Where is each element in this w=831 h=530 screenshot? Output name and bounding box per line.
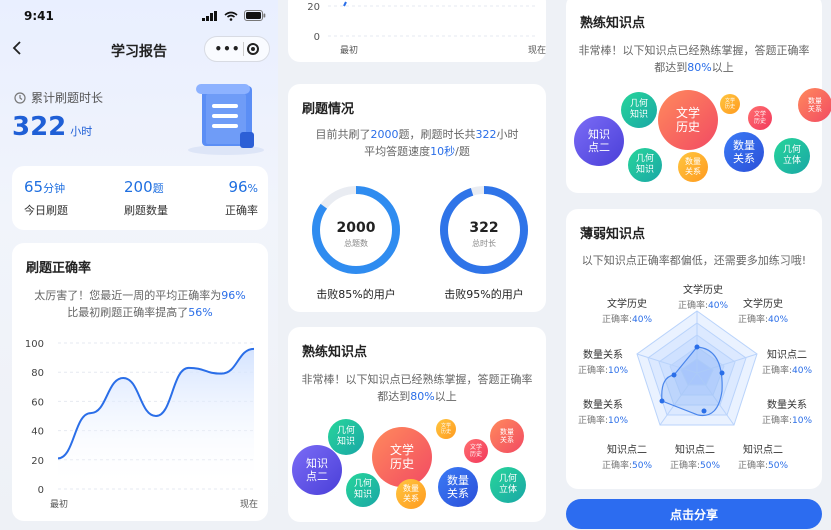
- status-time: 9:41: [24, 9, 54, 23]
- report-column-left: 9:41 学习报告 ••• 累计刷题时长 322 小时 65分钟 今日刷题 20…: [0, 0, 278, 530]
- radar-label: 数量关系 正确率:10%: [762, 400, 813, 426]
- x-tick-label: 最初: [50, 498, 68, 510]
- accuracy-card: 刷题正确率 太厉害了！您最近一周的平均正确率为96% 比最初刷题正确率提高了56…: [12, 243, 268, 521]
- radar-label: 数量关系 正确率:10%: [578, 350, 629, 376]
- radar-label: 文学历史 正确率:40%: [738, 299, 789, 325]
- knowledge-bubble: 几何 知识: [328, 419, 364, 455]
- knowledge-bubble: 数量 关系: [438, 467, 478, 507]
- practice-title: 刷题情况: [302, 102, 355, 117]
- knowledge-bubble: 知识 点二: [292, 445, 342, 495]
- x-tick-label: 现在: [240, 498, 258, 510]
- y-tick-label: 40: [31, 427, 44, 438]
- mastered-card-a: 熟练知识点 非常棒！以下知识点已经熟练掌握，答题正确率 都达到80%以上 几何知…: [566, 0, 831, 193]
- accuracy-title: 刷题正确率: [26, 261, 92, 276]
- y-tick-label: 0: [38, 485, 44, 496]
- radar-label: 知识点二 正确率:50%: [738, 445, 789, 471]
- stat-accuracy: 96% 正确率: [225, 178, 258, 217]
- knowledge-bubble: 知识 点二: [574, 116, 624, 166]
- ring-value: 2000: [337, 220, 376, 236]
- weak-title: 薄弱知识点: [580, 227, 646, 242]
- ring-sub: 总时长: [472, 238, 496, 248]
- radar-label: 知识点二 正确率:40%: [762, 350, 813, 376]
- y-tick-label: 20: [31, 456, 44, 467]
- stats-card: 65分钟 今日刷题 200题 刷题数量 96% 正确率: [12, 166, 268, 230]
- mini-y-tick: 20: [307, 2, 320, 13]
- radar-label: 知识点二 正确率:50%: [670, 445, 721, 471]
- knowledge-bubble: 数量 关系: [490, 419, 524, 453]
- knowledge-bubble: 文学 历史: [436, 419, 456, 439]
- ring-beat-time: 击败95%的用户: [444, 288, 524, 301]
- radar-label: 知识点二 正确率:50%: [602, 445, 653, 471]
- knowledge-bubble: 文学 历史: [720, 94, 740, 114]
- radar-label: 文学历史 正确率:40%: [602, 299, 653, 325]
- radar-label: 文学历史 正确率:40%: [678, 285, 729, 311]
- knowledge-bubble: 数量 关系: [396, 479, 426, 509]
- report-column-middle: 20 0 最初 现在 刷题情况 目前共刷了2000题，刷题时长共322小时 平均…: [278, 0, 556, 530]
- signal-icon: [202, 10, 217, 21]
- wifi-icon: [224, 11, 238, 21]
- stat-today: 65分钟 今日刷题: [24, 178, 68, 217]
- practice-card: 刷题情况 目前共刷了2000题，刷题时长共322小时 平均答题速度10秒/题 2…: [288, 84, 546, 312]
- mastered-card-b: 熟练知识点 非常棒！以下知识点已经熟练掌握，答题正确率 都达到80%以上 几何知…: [288, 327, 546, 522]
- mini-line-chart: 20 0 最初 现在: [307, 1, 546, 56]
- report-column-right: 熟练知识点 非常棒！以下知识点已经熟练掌握，答题正确率 都达到80%以上 几何知…: [556, 0, 831, 530]
- knowledge-bubble: 数量 关系: [678, 152, 708, 182]
- mini-y-tick: 0: [314, 32, 320, 43]
- ring-beat-count: 击败85%的用户: [316, 288, 396, 301]
- total-count-ring: 2000 总题数: [312, 186, 400, 274]
- knowledge-bubble: 几何 知识: [628, 148, 662, 182]
- nav-bar: 学习报告 •••: [0, 36, 278, 64]
- knowledge-bubble: 数量 关系: [724, 132, 764, 172]
- close-capsule-icon[interactable]: [247, 43, 260, 55]
- radar-label: 数量关系 正确率:10%: [578, 400, 629, 426]
- total-time-ring: 322 总时长: [440, 186, 528, 274]
- status-icons: [202, 10, 266, 21]
- weak-card: 薄弱知识点 以下知识点正确率都偏低，还需要多加练习哦! 文学历史 正确率:40% …: [566, 209, 822, 489]
- knowledge-bubble: 几何 知识: [346, 473, 380, 507]
- battery-icon: [244, 10, 266, 21]
- knowledge-bubble: 文学 历史: [464, 439, 488, 463]
- bubble-cloud: 几何 知识 文学 历史 数量 关系 文学 历史 文学 历史 知识 点二 几何 知识 数量 关系 数量 关系 几何 立体: [288, 327, 546, 522]
- mini-x-tick: 现在: [528, 44, 546, 56]
- ring-value: 322: [469, 220, 498, 236]
- knowledge-bubble: 几何 知识: [621, 92, 657, 128]
- knowledge-bubble: 几何 立体: [490, 467, 526, 503]
- y-tick-label: 60: [31, 397, 44, 408]
- knowledge-bubble: 几何 立体: [774, 138, 810, 174]
- knowledge-bubble: 文学 历史: [658, 90, 718, 150]
- mini-program-capsule: •••: [204, 36, 270, 62]
- weak-desc: 以下知识点正确率都偏低，还需要多加练习哦!: [581, 254, 807, 267]
- total-time-label: 累计刷题时长: [14, 89, 103, 106]
- report-scroll-illustration: [188, 84, 264, 155]
- bubble-cloud: 几何 知识 文学 历史 数量 关系 文学 历史 文学 历史 知识 点二 几何 知识 数量 关系 数量 关系 几何 立体: [566, 0, 831, 193]
- mini-chart-card: 20 0 最初 现在: [288, 0, 546, 62]
- knowledge-bubble: 文学 历史: [372, 427, 432, 487]
- accuracy-line-chart: 0 20 40 60 80 100 最初 现在: [25, 339, 258, 510]
- knowledge-bubble: 数量 关系: [798, 88, 831, 122]
- share-button[interactable]: 点击分享: [566, 499, 822, 529]
- accuracy-desc: 太厉害了！您最近一周的平均正确率为96% 比最初刷题正确率提高了56%: [34, 289, 246, 319]
- ring-sub: 总题数: [344, 238, 368, 248]
- y-tick-label: 100: [25, 339, 44, 350]
- mini-x-tick: 最初: [340, 44, 358, 56]
- knowledge-bubble: 文学 历史: [748, 106, 772, 130]
- y-tick-label: 80: [31, 368, 44, 379]
- series-area: [58, 348, 254, 489]
- more-icon[interactable]: •••: [214, 42, 240, 56]
- practice-desc: 目前共刷了2000题，刷题时长共322小时 平均答题速度10秒/题: [315, 128, 519, 158]
- status-bar: 9:41: [0, 0, 278, 34]
- clock-icon: [14, 91, 26, 104]
- stat-count: 200题 刷题数量: [124, 178, 168, 217]
- total-time-value: 322 小时: [12, 112, 93, 142]
